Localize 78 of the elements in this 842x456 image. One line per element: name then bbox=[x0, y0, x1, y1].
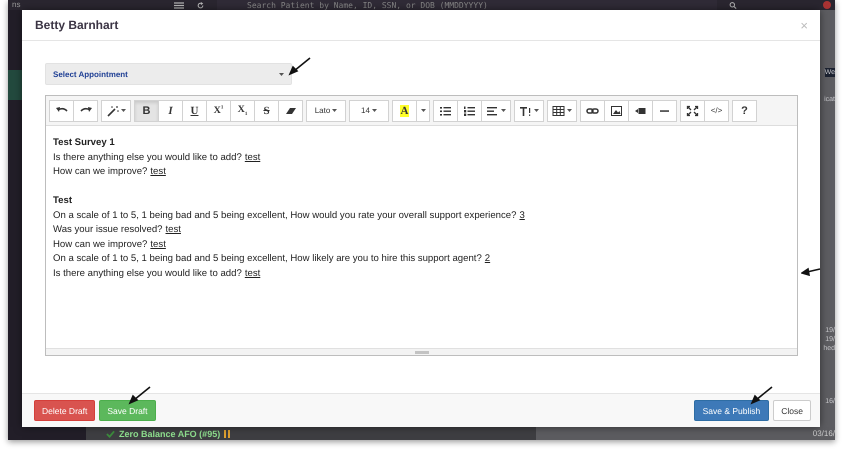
undo-button[interactable] bbox=[49, 100, 74, 122]
refresh-icon bbox=[196, 2, 205, 8]
horizontal-rule-button[interactable] bbox=[652, 100, 677, 122]
align-button[interactable] bbox=[481, 100, 511, 122]
search-field[interactable]: Search Patient by Name, ID, SSN, or DOB (MMDDYYYY) bbox=[217, 0, 717, 10]
task-title[interactable]: Zero Balance AFO (#95) bbox=[119, 428, 220, 438]
magic-wand-button[interactable] bbox=[101, 100, 131, 122]
help-button[interactable]: ? bbox=[732, 100, 757, 122]
list-icon bbox=[174, 2, 184, 8]
line-height-icon bbox=[519, 104, 532, 116]
dropdown-button[interactable]: 14 bbox=[349, 100, 389, 122]
caret-icon bbox=[332, 109, 338, 112]
answer-text: 2 bbox=[484, 253, 490, 264]
answer-text: test bbox=[244, 268, 260, 278]
numbered-list-button[interactable] bbox=[457, 100, 482, 122]
eraser-button[interactable] bbox=[278, 100, 303, 122]
format-button[interactable]: X$_{1}$ bbox=[230, 100, 255, 122]
question-text: Is there anything else you would like to add? bbox=[53, 152, 242, 162]
caret-icon bbox=[121, 109, 126, 112]
format-button[interactable]: U bbox=[182, 100, 207, 122]
line-height-button[interactable] bbox=[514, 100, 544, 122]
date-text: 03/16/ bbox=[812, 429, 835, 438]
picture-icon bbox=[610, 104, 623, 116]
answer-text: test bbox=[150, 166, 166, 177]
search-icon bbox=[729, 2, 737, 8]
question-text: On a scale of 1 to 5, 1 being bad and 5 being excellent, How likely are you to hire this support agent? bbox=[53, 253, 482, 264]
bulleted-list-icon bbox=[439, 104, 452, 116]
dropdown-button[interactable]: Lato bbox=[306, 100, 346, 122]
video-button[interactable] bbox=[628, 100, 653, 122]
answer-text: test bbox=[166, 224, 181, 235]
footer-button[interactable]: Close bbox=[773, 400, 811, 421]
section-heading: Test bbox=[53, 194, 74, 208]
link-button[interactable] bbox=[580, 100, 605, 122]
sidebar-highlight bbox=[8, 70, 22, 100]
numbered-list-icon bbox=[463, 104, 476, 116]
caret-icon bbox=[279, 72, 284, 76]
answer-text: test bbox=[150, 238, 166, 250]
code-view-button[interactable]: </> bbox=[704, 100, 729, 122]
footer-button[interactable]: Save & Publish bbox=[694, 400, 770, 421]
format-button[interactable]: X$^{1}$ bbox=[206, 100, 231, 122]
format-button[interactable]: S bbox=[254, 100, 279, 122]
magic-wand-icon bbox=[106, 104, 119, 116]
caret-icon bbox=[372, 109, 377, 112]
footer-button[interactable]: Delete Draft bbox=[34, 400, 96, 421]
question-text: Was your issue resolved? bbox=[53, 224, 162, 235]
format-button[interactable]: I bbox=[158, 100, 183, 122]
table-button[interactable] bbox=[547, 100, 577, 122]
format-button[interactable]: B bbox=[134, 100, 159, 122]
caret-icon bbox=[420, 109, 426, 112]
menu-text[interactable]: ns bbox=[12, 0, 162, 10]
caret-icon bbox=[501, 109, 506, 112]
redo-button[interactable] bbox=[73, 100, 98, 122]
picture-button[interactable] bbox=[604, 100, 629, 122]
annotation-arrow bbox=[750, 385, 774, 405]
answer-text: test bbox=[244, 152, 260, 162]
modal-title: Betty Barnhart bbox=[35, 18, 118, 32]
caret-icon bbox=[567, 109, 572, 112]
bulleted-list-button[interactable] bbox=[433, 100, 458, 122]
check-icon bbox=[106, 430, 115, 438]
fullscreen-icon bbox=[686, 104, 699, 116]
fullscreen-button[interactable] bbox=[680, 100, 705, 122]
annotation-arrow bbox=[801, 266, 821, 276]
resize-grip[interactable] bbox=[414, 350, 428, 354]
annotation-arrow bbox=[288, 56, 312, 76]
question-text: How can we improve? bbox=[53, 166, 148, 177]
color-dropdown-button[interactable] bbox=[416, 100, 430, 122]
annotation-arrow bbox=[128, 385, 152, 405]
highlight-color-button[interactable]: A bbox=[392, 100, 417, 122]
question-text: On a scale of 1 to 5, 1 being bad and 5 being excellent, How would you rate your overall support experience? bbox=[53, 210, 516, 220]
caret-icon bbox=[534, 109, 539, 112]
appointment-select[interactable]: Select Appointment bbox=[45, 63, 292, 85]
table-icon bbox=[552, 104, 565, 116]
question-text: Is there anything else you would like to add? bbox=[53, 268, 242, 278]
align-icon bbox=[486, 104, 499, 116]
answer-text: 3 bbox=[519, 210, 525, 220]
pause-icon bbox=[224, 430, 230, 438]
question-text: How can we improve? bbox=[53, 238, 148, 250]
section-heading: Test Survey 1 bbox=[53, 136, 116, 150]
